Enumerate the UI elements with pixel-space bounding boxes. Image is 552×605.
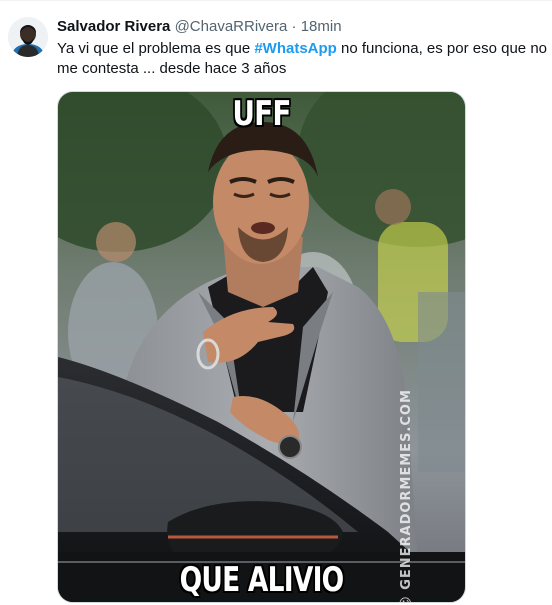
tweet-header: Salvador Rivera @ChavaRRivera · 18min xyxy=(57,17,552,37)
meme-top-caption: UFF xyxy=(232,94,291,134)
meme-bottom-caption: QUE ALIVIO xyxy=(179,560,345,600)
tweet-text-line-2: me contesta ... desde hace 3 años xyxy=(57,60,287,77)
user-avatar-icon xyxy=(8,17,48,57)
smiley-icon: ☺ xyxy=(399,595,415,603)
timestamp[interactable]: 18min xyxy=(301,18,342,35)
author-handle[interactable]: @ChavaRRivera xyxy=(175,18,288,35)
text-before-hashtag: Ya vi que el problema es que xyxy=(57,40,255,57)
tweet-text-line-1: Ya vi que el problema es que #WhatsApp n… xyxy=(57,39,552,59)
watermark-text: GENERADORMEMES.COM xyxy=(399,389,415,590)
tweet-text: Ya vi que el problema es que #WhatsApp n… xyxy=(57,39,552,79)
meme-watermark: ☺ GENERADORMEMES.COM xyxy=(399,389,415,603)
avatar[interactable] xyxy=(8,17,48,57)
hashtag-link[interactable]: #WhatsApp xyxy=(254,40,337,57)
tweet[interactable]: Salvador Rivera @ChavaRRivera · 18min Ya… xyxy=(0,0,552,605)
tweet-media-image[interactable]: UFF QUE ALIVIO ☺ GENERADORMEMES.COM xyxy=(57,91,466,603)
author-name[interactable]: Salvador Rivera xyxy=(57,18,170,35)
text-after-hashtag: no funciona, es por eso que no xyxy=(336,40,547,57)
separator-dot: · xyxy=(291,18,297,35)
